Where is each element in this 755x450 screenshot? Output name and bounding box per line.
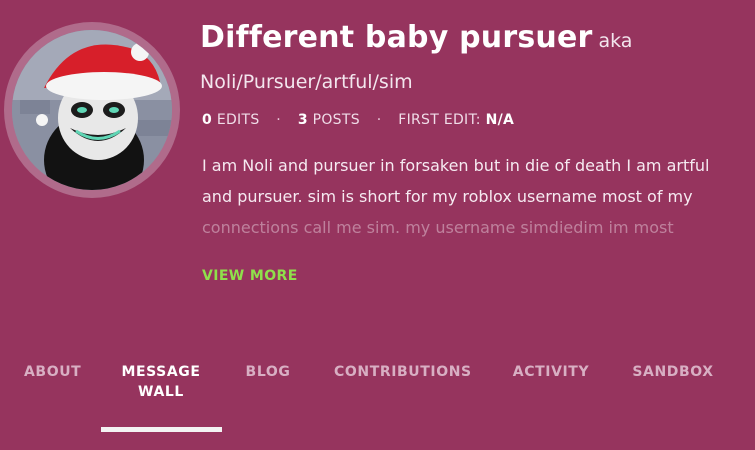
bio-line: and pursuer. sim is short for my roblox … (202, 187, 693, 206)
stats-separator: · (276, 112, 282, 128)
tab-blog[interactable]: BLOG (244, 362, 292, 382)
tab-sandbox[interactable]: SANDBOX (632, 362, 714, 382)
first-edit-label: FIRST EDIT: (398, 112, 481, 128)
edits-count: 0 (202, 112, 213, 128)
profile-stats: 0 EDITS · 3 POSTS · FIRST EDIT: N/A (202, 112, 514, 128)
tab-activity[interactable]: ACTIVITY (510, 362, 592, 382)
posts-label[interactable]: POSTS (313, 112, 360, 128)
first-edit-value: N/A (485, 112, 515, 128)
view-more-button[interactable]: VIEW MORE (202, 268, 298, 284)
profile-username: Different baby pursuer (200, 20, 593, 55)
avatar[interactable] (12, 30, 172, 190)
active-tab-indicator (101, 427, 222, 432)
bio-line: I am Noli and pursuer in forsaken but in… (202, 156, 710, 175)
edits-label[interactable]: EDITS (217, 112, 260, 128)
stats-separator: · (376, 112, 382, 128)
posts-count: 3 (297, 112, 308, 128)
avatar-image (12, 30, 172, 190)
bio-line-faded: connections call me sim. my username sim… (202, 218, 674, 237)
profile-tabs: ABOUT MESSAGE WALL BLOG CONTRIBUTIONS AC… (0, 362, 755, 450)
tab-message-wall[interactable]: MESSAGE WALL (118, 362, 204, 402)
tab-about[interactable]: ABOUT (24, 362, 81, 382)
profile-bio: I am Noli and pursuer in forsaken but in… (202, 150, 722, 243)
tab-contributions[interactable]: CONTRIBUTIONS (334, 362, 471, 382)
profile-header: Different baby pursuer aka Noli/Pursuer/a… (200, 18, 740, 103)
